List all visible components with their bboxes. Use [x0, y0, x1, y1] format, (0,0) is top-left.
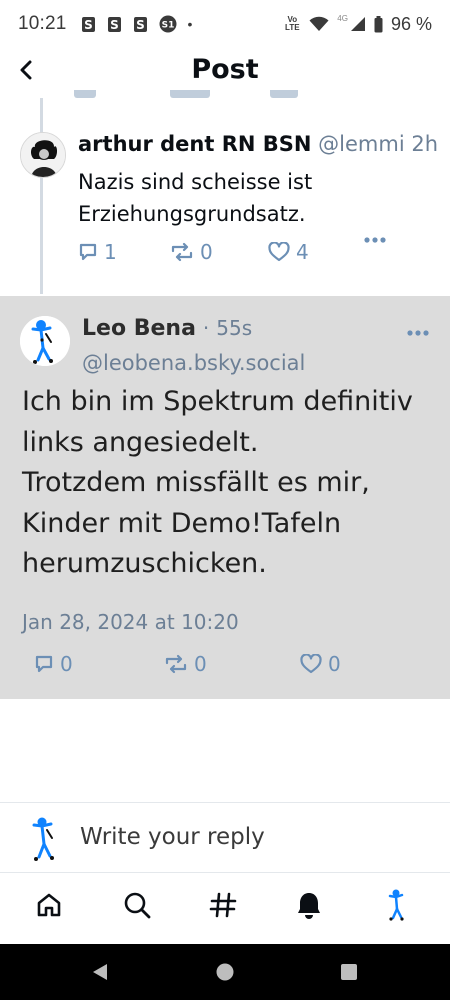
post-date: Jan 28, 2024 at 10:20: [22, 610, 239, 634]
feeds-hash-icon: [209, 892, 237, 918]
repost-button[interactable]: 0: [170, 240, 213, 264]
clipped-previous-post: [60, 90, 420, 102]
repost-icon: [165, 654, 187, 674]
repost-button[interactable]: 0: [164, 652, 207, 676]
nav-search[interactable]: [117, 885, 157, 925]
post-text-line: Ich bin im Spektrum definitiv links ange…: [22, 386, 413, 458]
reply-button[interactable]: 1: [78, 240, 117, 264]
reply-count: 1: [104, 240, 117, 264]
post-time: 2h: [405, 132, 438, 156]
svg-text:S1: S1: [161, 21, 174, 31]
status-dot: •: [187, 16, 193, 32]
reply-icon: [35, 655, 53, 673]
volte-indicator: Vo LTE: [285, 15, 300, 32]
stick-figure-avatar-icon: [20, 316, 70, 366]
s-app-icon: S: [81, 16, 95, 32]
nav-feeds[interactable]: [203, 885, 243, 925]
triangle-back-icon: [93, 964, 107, 980]
more-options-button[interactable]: [406, 322, 430, 341]
parent-post[interactable]: arthur dent RN BSN @lemmi… 2h Nazis sind…: [0, 128, 450, 296]
like-count: 0: [328, 652, 341, 676]
status-time: 10:21: [18, 13, 67, 34]
parent-avatar[interactable]: [20, 132, 66, 178]
repost-count: 0: [194, 652, 207, 676]
svg-text:S: S: [110, 18, 119, 32]
system-navigation-bar: [0, 944, 450, 1000]
post-text: Ich bin im Spektrum definitiv links ange…: [22, 382, 432, 585]
reply-placeholder[interactable]: Write your reply: [80, 824, 265, 850]
post-text: Nazis sind scheisse ist Erziehungsgrunds…: [78, 170, 313, 226]
network-type: 4G: [337, 14, 348, 23]
user-avatar: [24, 815, 64, 863]
battery-icon: [374, 15, 383, 32]
repost-icon: [171, 242, 193, 262]
parent-post-header: arthur dent RN BSN @lemmi… 2h: [78, 132, 440, 156]
focused-post-header: Leo Bena · 55s: [82, 316, 252, 341]
author-handle[interactable]: @leobena.bsky.social: [82, 351, 305, 375]
post-text-line: Trotzdem missfällt es mir, Kinder mit De…: [22, 467, 370, 579]
stick-figure-avatar-icon: [32, 817, 54, 861]
avatar-image: [21, 133, 65, 177]
svg-text:S: S: [136, 18, 145, 32]
reply-count: 0: [60, 652, 73, 676]
heart-icon: [300, 654, 322, 674]
post-actions: 1 0 4: [78, 237, 408, 270]
like-button[interactable]: 4: [268, 240, 309, 264]
nav-home[interactable]: [29, 885, 69, 925]
wifi-icon: [309, 16, 329, 31]
like-count: 4: [296, 240, 309, 264]
post-time: 55s: [216, 316, 253, 340]
post-actions: 0 0 0: [34, 652, 364, 682]
profile-avatar-icon: [388, 889, 404, 921]
reply-icon: [79, 243, 97, 261]
separator: ·: [202, 316, 210, 340]
nav-profile[interactable]: [377, 885, 417, 925]
system-recents-button[interactable]: [337, 960, 361, 984]
system-back-button[interactable]: [88, 960, 112, 984]
notifications-bell-icon: [298, 893, 320, 919]
repost-count: 0: [200, 240, 213, 264]
signal-icon: [350, 17, 365, 31]
square-recents-icon: [341, 964, 357, 980]
search-icon: [124, 892, 151, 919]
page-title: Post: [191, 54, 259, 85]
author-name[interactable]: Leo Bena: [82, 316, 196, 341]
focused-post: Leo Bena · 55s @leobena.bsky.social Ich …: [0, 296, 450, 699]
s-app-icon: S: [133, 16, 147, 32]
s1-app-icon: S1: [159, 15, 177, 33]
system-home-button[interactable]: [213, 960, 237, 984]
home-icon: [37, 893, 61, 917]
status-right: Vo LTE 4G 96 %: [283, 0, 432, 48]
more-icon: [407, 330, 429, 336]
nav-notifications[interactable]: [289, 885, 329, 925]
svg-text:S: S: [84, 18, 93, 32]
focused-avatar[interactable]: [20, 316, 70, 366]
s-app-icon: S: [107, 16, 121, 32]
circle-home-icon: [216, 963, 234, 981]
app-header: Post: [0, 48, 450, 94]
reply-button[interactable]: 0: [34, 652, 73, 676]
status-bar: 10:21 S S S S1 • Vo LTE 4G 96 %: [0, 0, 450, 48]
more-options-button[interactable]: [363, 236, 387, 244]
bottom-nav: [0, 872, 450, 944]
heart-icon: [268, 242, 290, 262]
notification-icons: S S S S1 •: [81, 15, 193, 33]
more-icon: [364, 237, 386, 243]
battery-percent: 96 %: [390, 13, 432, 34]
reply-composer[interactable]: Write your reply: [0, 802, 450, 872]
like-button[interactable]: 0: [300, 652, 341, 676]
author-name[interactable]: arthur dent RN BSN: [78, 132, 311, 156]
